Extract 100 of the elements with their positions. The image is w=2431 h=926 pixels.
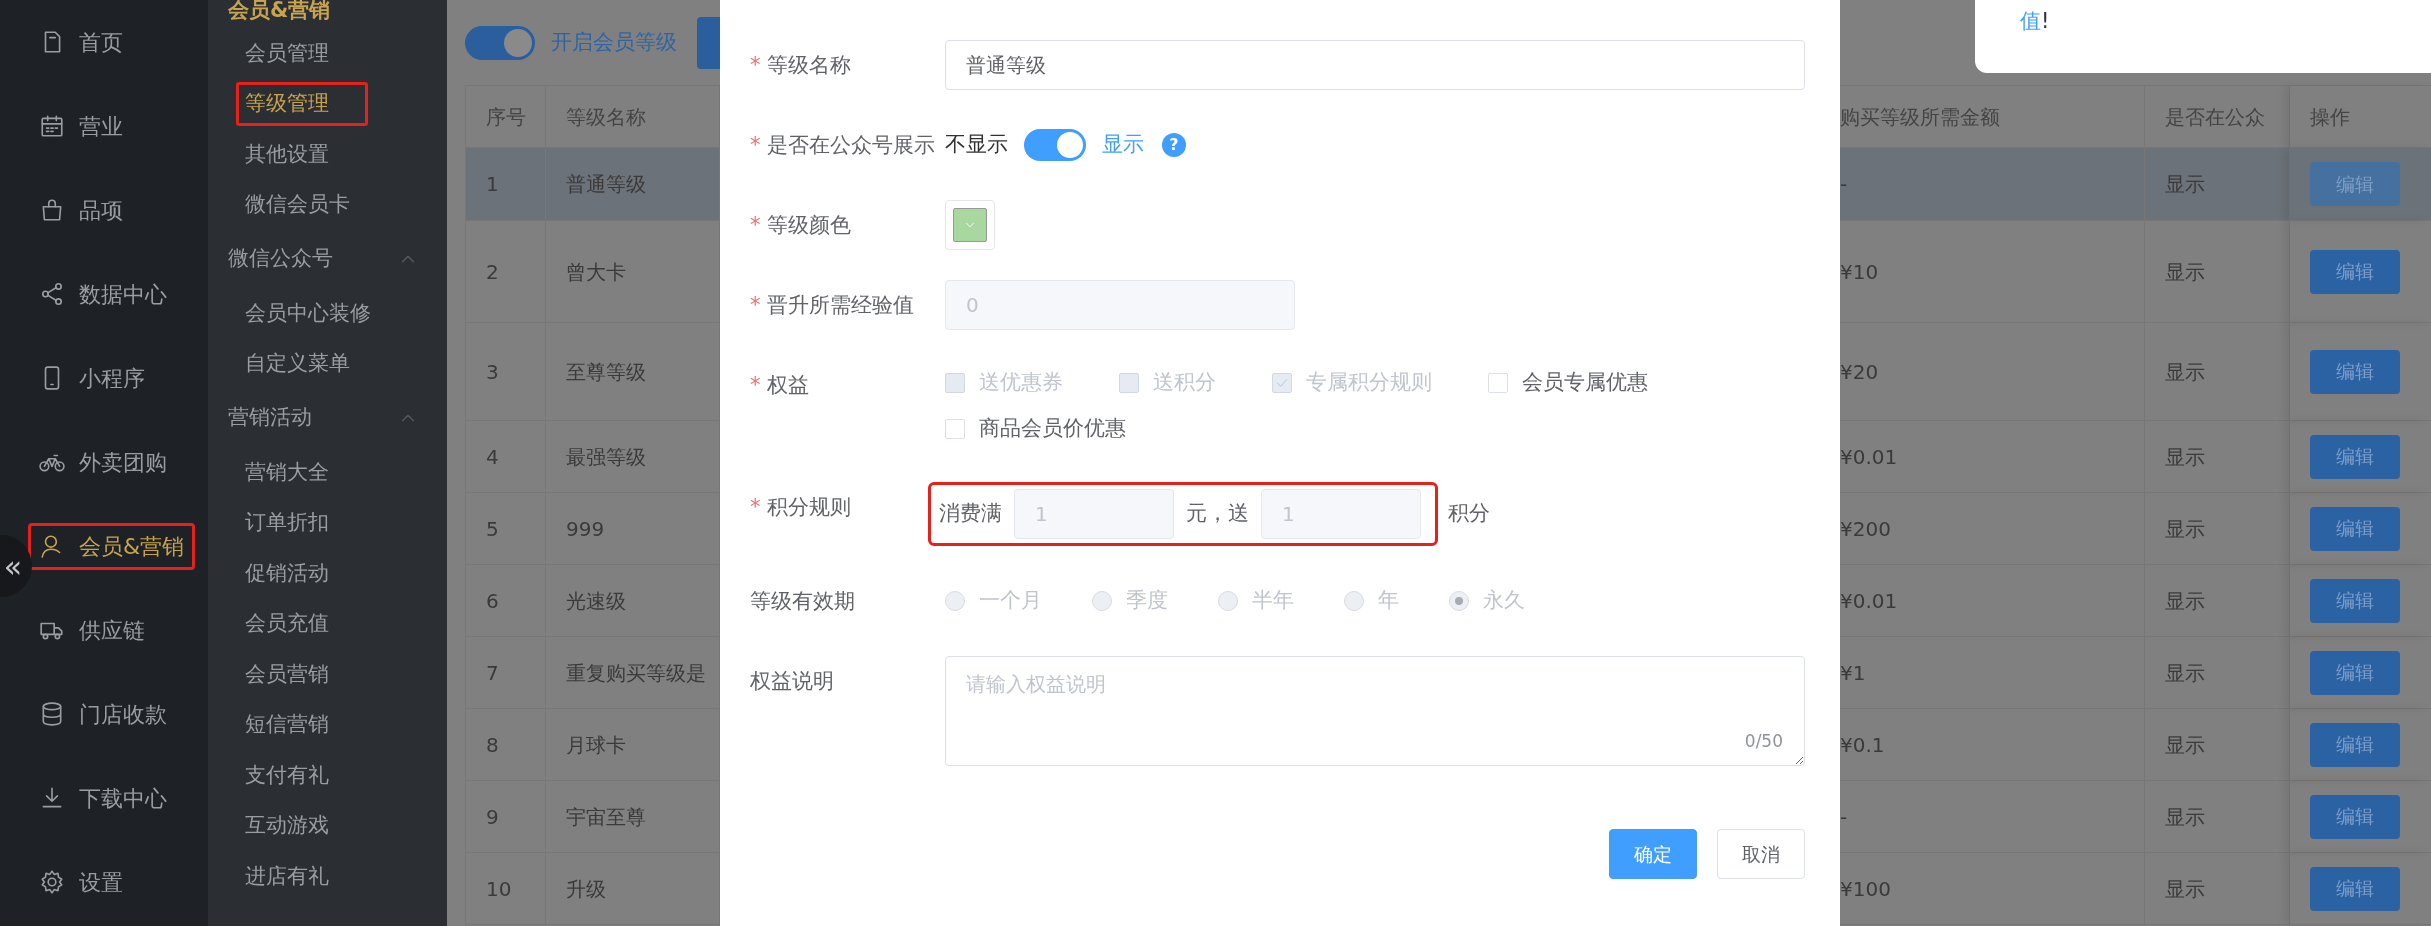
sidebar-item[interactable]: 品项 [28,186,134,234]
radio-label: 半年 [1252,587,1294,615]
field-label: 是否在公众号展示 [766,133,935,157]
table-cell: 显示 [2145,221,2290,323]
toggle-switch[interactable] [465,25,535,60]
table-cell: 显示 [2145,781,2290,853]
required-mark: * [750,495,761,519]
table-cell: ¥200 [1840,493,2145,565]
field-label: 权益说明 [750,669,834,693]
notification-text: 值! [2020,8,2051,35]
radio-label: 季度 [1126,587,1168,615]
table-cell: 显示 [2145,148,2290,221]
table-cell: - [1840,148,2145,221]
submenu-item[interactable]: 促销活动 [236,551,368,595]
table-cell: ¥0.01 [1840,421,2145,493]
gear-icon [39,869,65,895]
input-field[interactable]: 普通等级 [945,40,1805,90]
table-cell: 普通等级 [546,148,720,221]
submenu-item[interactable]: 订单折扣 [236,501,368,545]
submenu-item[interactable]: 进店有礼 [236,854,368,898]
sidebar-item[interactable]: 首页 [28,18,134,66]
submenu-item[interactable]: 微信会员卡 [236,183,389,227]
table-cell: ¥20 [1840,323,2145,421]
required-mark: * [750,293,761,317]
add-button[interactable] [697,16,720,69]
table-cell: ¥10 [1840,221,2145,323]
switch-label: 不显示 [945,131,1008,159]
table-cell: 1 [466,148,546,221]
submenu-item[interactable]: 会员中心装修 [236,291,410,335]
share-icon [39,281,65,307]
checkbox[interactable] [945,419,965,439]
sidebar-item[interactable]: 小程序 [28,354,156,402]
sidebar-item[interactable]: 门店收款 [28,690,178,738]
submenu-item[interactable]: 会员管理 [236,31,368,75]
field-label: 等级名称 [766,53,851,77]
submenu-group[interactable]: 微信公众号 [228,243,333,275]
radio-label: 永久 [1483,587,1525,615]
checkbox-label: 专属积分规则 [1306,369,1432,397]
submenu-item[interactable]: 短信营销 [236,703,368,747]
sidebar-item[interactable]: 供应链 [28,606,156,654]
color-picker[interactable] [945,200,995,250]
table-cell: 3 [466,323,546,421]
checkbox-label: 送积分 [1153,369,1216,397]
sidebar-item[interactable]: 下载中心 [28,774,178,822]
submenu-group[interactable]: 营销活动 [228,402,312,434]
table-cell: 6 [466,565,546,637]
table-cell: 10 [466,853,546,925]
submenu-item[interactable]: 其他设置 [236,132,368,176]
field-label: 晋升所需经验值 [766,293,914,317]
table-cell: 显示 [2145,493,2290,565]
table-cell: 8 [466,709,546,781]
table-cell: ¥1 [1840,637,2145,709]
toggle-label: 开启会员等级 [551,28,677,56]
renew-link[interactable]: 值 [2020,9,2041,33]
help-icon[interactable]: ? [1162,133,1186,157]
submenu-item[interactable]: 互动游戏 [236,804,368,848]
submenu-item[interactable]: 营销大全 [236,450,368,494]
input-infix: 元，送 [1186,500,1249,528]
required-mark: * [750,53,761,77]
table-cell: 2 [466,221,546,323]
sidebar-item[interactable]: 外卖团购 [28,438,178,486]
table-cell: 显示 [2145,323,2290,421]
input-prefix: 消费满 [939,500,1002,528]
table-cell: 7 [466,637,546,709]
table-cell: 显示 [2145,637,2290,709]
sidebar-item[interactable]: 会员&营销 [28,522,196,570]
checkbox-label: 商品会员价优惠 [979,415,1126,443]
character-counter: 0/50 [1744,729,1783,753]
required-mark: * [750,213,761,237]
table-cell: - [1840,781,2145,853]
table-cell: 显示 [2145,709,2290,781]
input-suffix: 积分 [1448,500,1490,528]
table-cell: ¥0.01 [1840,565,2145,637]
confirm-button[interactable]: 确定 [1609,829,1697,879]
submenu-item[interactable]: 会员充值 [236,602,368,646]
checkbox-label: 送优惠券 [979,369,1063,397]
table-cell: 5 [466,493,546,565]
sidebar-item[interactable]: 数据中心 [28,270,178,318]
field-label: 积分规则 [766,495,851,519]
toggle-switch[interactable] [1024,129,1086,161]
checkbox-label: 会员专属优惠 [1522,369,1648,397]
required-mark: * [750,373,761,397]
table-cell: 显示 [2145,853,2290,925]
cancel-button[interactable]: 取消 [1717,829,1805,879]
submenu-item[interactable]: 等级管理 [236,82,368,126]
calendar-icon [39,113,65,139]
radio-label: 年 [1378,587,1399,615]
table-cell: 显示 [2145,565,2290,637]
table-cell: 显示 [2145,421,2290,493]
checkbox[interactable] [1488,373,1508,393]
submenu-item[interactable]: 会员营销 [236,652,368,696]
radio-label: 一个月 [979,587,1042,615]
sidebar-item[interactable]: 营业 [28,102,134,150]
switch-label: 显示 [1102,131,1144,159]
submenu-title: 会员&营销 [227,0,332,24]
table-cell: 4 [466,421,546,493]
submenu-item[interactable]: 支付有礼 [236,753,368,797]
table-cell: ¥0.1 [1840,709,2145,781]
submenu-item[interactable]: 自定义菜单 [236,342,389,386]
sidebar-item[interactable]: 设置 [28,858,134,906]
